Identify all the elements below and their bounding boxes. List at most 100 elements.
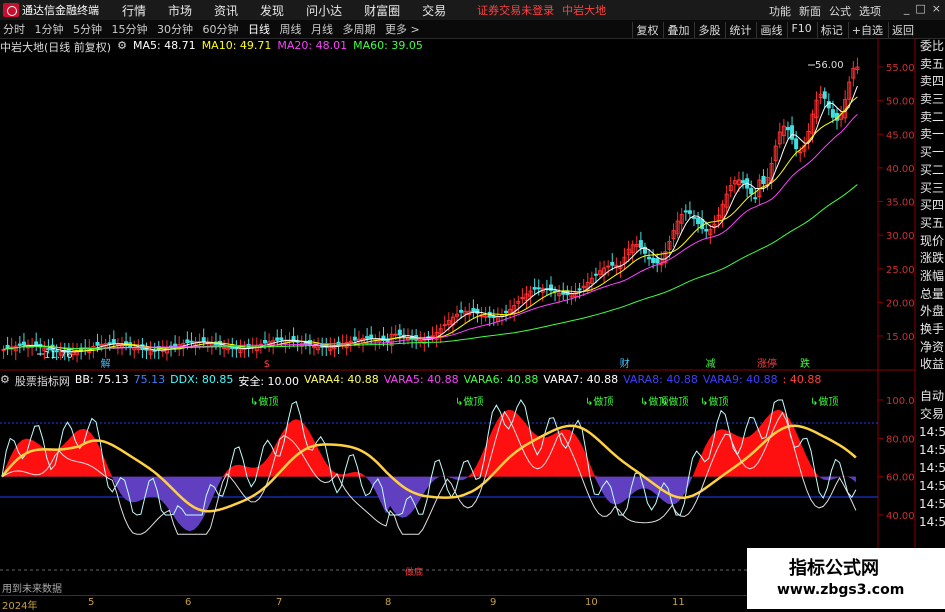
settings-gear-icon[interactable]: ⚙ [117,39,127,53]
quote-side-panel: 委比 卖五 卖四 卖三 卖二 卖一 买一 买二 买三 买四 买五 现价 涨跌 涨… [919,38,945,374]
price-tick-label: 50.00 [886,97,915,108]
ind-last: : 40.88 [782,373,822,386]
side2-item[interactable]: 交易 [919,405,945,423]
signal-top-label: ↳做顶 [250,395,278,408]
candle-body [749,187,754,195]
ma10-line [3,96,858,352]
candle-body [99,343,104,346]
ma5-value: MA5: 48.71 [132,39,196,52]
candle-body [459,309,464,313]
side-item: 换手 [919,322,944,336]
ma20-value: MA20: 48.01 [277,39,348,52]
candle-body [704,228,709,232]
side-item: 卖三 [919,92,944,107]
candle-body [794,138,799,150]
side2-item: 14:56 [919,461,945,475]
side-item: 买一 [919,145,944,160]
candle-body [185,339,190,344]
event-mark: 财 [620,357,630,370]
candle-body [593,273,598,276]
candle-body [352,336,357,341]
signal-top-label: ↳做顶 [455,395,483,408]
ma10-value: MA10: 49.71 [201,39,272,52]
ind-vara6: VARA6: 40.88 [463,373,539,386]
side-item: 卖四 [919,74,944,89]
ma-legend: 中岩大地(日线 前复权) ⚙ MA5: 48.71 MA10: 49.71 MA… [0,39,423,54]
event-marks: 解 $ 财 减 涨停 跌 [101,357,810,370]
candle-body [475,308,480,314]
event-mark: 解 [101,357,111,370]
price-tick-label: 40.00 [886,164,915,175]
side2-item[interactable]: 自动 [919,387,945,405]
candle-body [798,151,803,154]
candle-body [504,310,509,314]
price-tick-label: 55.00 [886,63,915,74]
date-tick: 10 [585,597,598,608]
future-data-note: 用到未来数据 [2,584,62,595]
candle-body [532,287,537,290]
candle-body [111,339,116,344]
candle-body [753,197,758,200]
date-tick: 11 [672,597,685,608]
candle-body [785,126,790,131]
candle-body [536,287,541,290]
ind-ddx: DDX: 80.85 [170,373,234,386]
candle-body [397,329,402,336]
candle-body [369,334,374,339]
date-tick: 8 [385,597,392,608]
candle-body [107,342,112,345]
date-tick: 6 [185,597,192,608]
indicator-gear-icon[interactable]: ⚙ [0,373,10,387]
candle-body [700,219,705,230]
watermark: 指标公式网 www.zbgs3.com [747,548,945,609]
candle-body [577,288,582,291]
ind-vara7: VARA7: 40.88 [543,373,619,386]
ind-bb2: 75.13 [133,373,166,386]
ind-vara4: VARA4: 40.88 [304,373,379,386]
candle-body [647,256,652,260]
candle-body [696,217,701,225]
candle-body [687,210,692,214]
signal-top-label: ↳做顶 [660,395,688,408]
ma60-line [3,184,858,350]
price-tick-label: 35.00 [886,198,915,209]
ind-tick-label: 100.0 [886,396,915,407]
candle-body [312,345,317,348]
ind-safe: 安全: 10.00 [238,375,300,388]
candle-body [491,315,496,318]
date-tick: 9 [490,597,497,608]
candle-body [790,125,795,140]
ma20-line [3,114,858,350]
candle-body [201,337,206,343]
side2-item: 14:56 [919,479,945,493]
ind-purple-area [2,476,856,532]
side-item: 买三 [919,180,944,195]
indicator-name[interactable]: 股票指标网 [15,373,70,388]
side-item: 卖一 [919,127,944,142]
side-item: 涨幅 [919,268,944,283]
candle-body [136,348,141,351]
candles [1,57,860,363]
candle-body [651,257,656,264]
candle-body [830,109,835,118]
side2-item: 14:56 [919,497,945,511]
candle-body [189,340,194,343]
side-item: 净资 [919,339,944,354]
candle-body [691,216,696,219]
candle-body [365,336,370,339]
event-mark: 涨停 [757,357,777,370]
candle-body [471,308,476,313]
candle-body [822,91,827,99]
candle-body [483,315,488,318]
side-item: 收益 [919,357,944,372]
candle-body [442,324,447,327]
candle-body [262,340,267,344]
date-tick: 2024年 [2,601,38,612]
side2-item: 14:56 [919,443,945,457]
kline-chart[interactable]: 55.00 50.00 45.00 40.00 35.00 30.00 25.00 20.00… [0,0,945,609]
candle-body [17,343,22,346]
stock-chart-header: 中岩大地(日线 前复权) [0,41,112,54]
indicator-legend: ⚙ 股票指标网 BB: 75.13 75.13 DDX: 80.85 安全: 1… [0,373,822,388]
side-item: 现价 [919,233,944,248]
ma5-line [3,85,858,353]
